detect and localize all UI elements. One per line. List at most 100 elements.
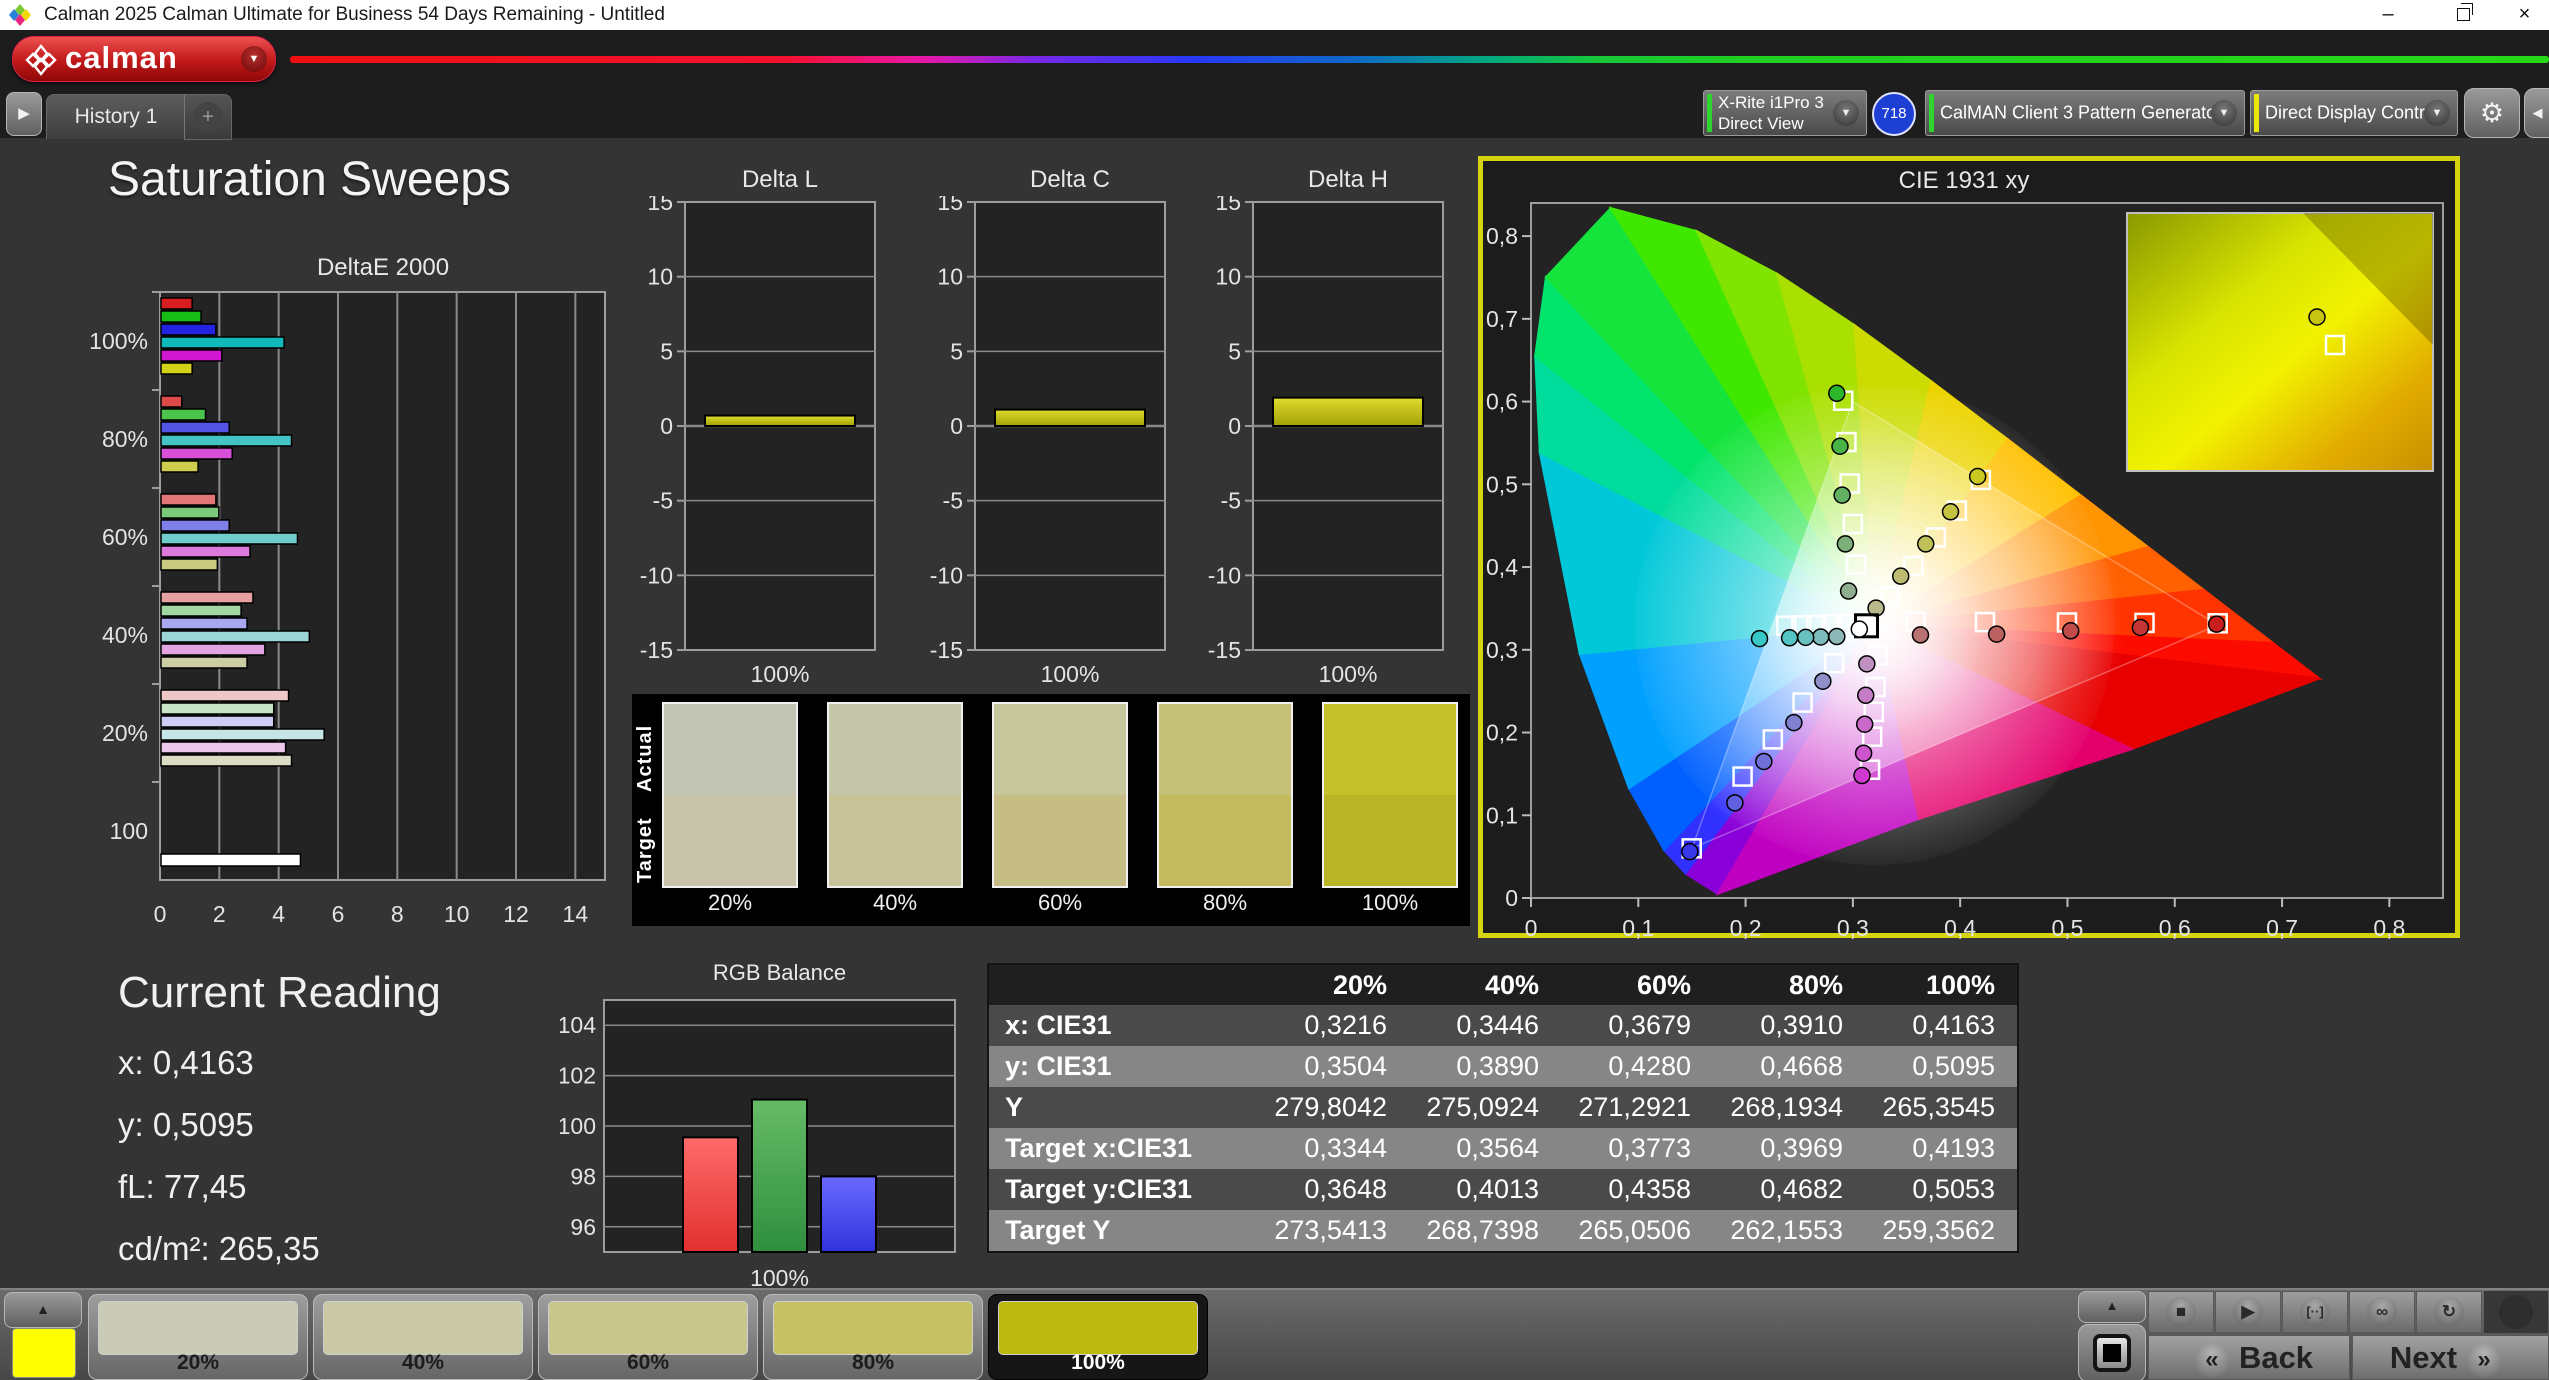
chevron-down-icon[interactable]: ▼ (2424, 100, 2450, 126)
pattern-generator-dropdown[interactable]: CalMAN Client 3 Pattern Generator ▼ (1925, 90, 2245, 136)
display-control-dropdown[interactable]: Direct Display Control ▼ (2250, 90, 2458, 136)
table-cell: 0,4280 (1608, 1051, 1691, 1081)
column-header: 80% (1788, 969, 1843, 1000)
transport-up-button[interactable]: ▲ (2078, 1291, 2146, 1323)
pattern-swatch (323, 1301, 523, 1355)
pattern-label: 20% (176, 1351, 220, 1374)
swatch-label: 20% (707, 890, 753, 915)
svg-text:80%: 80% (102, 426, 148, 452)
svg-text:-10: -10 (640, 562, 673, 588)
table-cell: 0,3773 (1608, 1133, 1691, 1163)
loop-button[interactable]: ↻ (2416, 1291, 2482, 1333)
back-button[interactable]: «Back (2148, 1335, 2350, 1380)
chevron-down-icon[interactable]: ▼ (241, 46, 267, 72)
measured-point-yellow (1916, 535, 1935, 553)
tab-history-1[interactable]: History 1 (46, 94, 186, 139)
settings-gear-button[interactable]: ⚙ (2464, 88, 2520, 138)
table-cell: 0,3564 (1456, 1133, 1539, 1163)
add-tab-button[interactable]: + (184, 94, 232, 140)
svg-text:0,1: 0,1 (1622, 915, 1654, 939)
restore-button[interactable] (2436, 0, 2492, 30)
pattern-label: 60% (626, 1351, 670, 1374)
rgb-balance-title: RGB Balance (712, 960, 847, 985)
svg-text:0,6: 0,6 (2159, 915, 2191, 939)
deltae-chart-title: DeltaE 2000 (316, 254, 450, 281)
table-cell: 0,5095 (1912, 1051, 1995, 1081)
rgb-bar-red (682, 1136, 739, 1253)
svg-text:15: 15 (937, 196, 963, 215)
measured-point-green (1836, 535, 1855, 553)
swatch-target (994, 795, 1126, 886)
workflow-nav-button[interactable]: ▶ (6, 92, 42, 136)
pattern-button-20%[interactable]: 20% (88, 1294, 308, 1380)
pattern-label: 40% (401, 1351, 445, 1374)
svg-text:98: 98 (570, 1163, 596, 1189)
svg-text:0,3: 0,3 (1486, 637, 1518, 663)
meter-dropdown[interactable]: X-Rite i1Pro 3 Direct View ▼ (1703, 90, 1867, 136)
table-row: Target Y 273,5413 268,7398 265,0506 262,1553… (989, 1210, 2017, 1251)
play-button[interactable]: ▶ (2215, 1291, 2281, 1333)
measured-point-cyan (1750, 629, 1769, 648)
swatch-80% (1157, 702, 1293, 888)
measured-point-yellow (1968, 467, 1987, 486)
row-label: Y (1005, 1092, 1024, 1122)
svg-text:104: 104 (560, 1012, 596, 1038)
table-row: y: CIE31 0,3504 0,3890 0,4280 0,4668 0,5095 (989, 1046, 2017, 1087)
delta-h-title: Delta H (1307, 166, 1389, 193)
svg-text:5: 5 (1228, 338, 1241, 364)
svg-text:8: 8 (391, 901, 404, 927)
delta-h-chart: 15 10 5 0 -5 -10 -15 100% (1208, 196, 1444, 687)
measured-point-green (1833, 486, 1851, 504)
svg-text:-15: -15 (640, 637, 673, 663)
display-control-status-edge (2254, 94, 2259, 132)
table-cell: 262,1553 (1730, 1215, 1843, 1245)
row-label: x: CIE31 (1005, 1010, 1112, 1040)
pattern-button-100%[interactable]: 100% (988, 1294, 1208, 1380)
table-cell: 271,2921 (1578, 1092, 1691, 1122)
pattern-button-60%[interactable]: 60% (538, 1294, 758, 1380)
loop-icon: ↻ (2434, 1297, 2464, 1327)
step-button[interactable]: [··] (2282, 1291, 2348, 1333)
svg-text:-10: -10 (1208, 562, 1241, 588)
plus-icon: + (193, 102, 223, 132)
chevron-down-icon[interactable]: ▼ (1833, 100, 1859, 126)
cie-chart-title: CIE 1931 xy (1898, 167, 2030, 194)
table-cell: 273,5413 (1274, 1215, 1387, 1245)
swatch-label: 40% (872, 890, 918, 915)
swatch-label: 60% (1037, 890, 1083, 915)
collapse-panel-button[interactable]: ◀ (2524, 88, 2549, 138)
table-cell: 0,5053 (1912, 1174, 1995, 1204)
chevron-down-icon[interactable]: ▼ (2211, 100, 2237, 126)
pattern-button-80%[interactable]: 80% (763, 1294, 983, 1380)
svg-text:0: 0 (1505, 885, 1518, 911)
column-header: 20% (1332, 969, 1387, 1000)
delta-l-title: Delta L (741, 166, 819, 193)
meter-count-badge[interactable]: 718 (1872, 92, 1916, 136)
svg-text:6: 6 (332, 901, 345, 927)
swatch-label: 100% (1361, 890, 1419, 915)
table-cell: 0,3504 (1304, 1051, 1387, 1081)
stop-button[interactable]: ■ (2148, 1291, 2214, 1333)
minimize-button[interactable]: – (2360, 0, 2416, 30)
measured-point-yellow (1891, 567, 1910, 585)
table-cell: 0,3969 (1760, 1133, 1843, 1163)
calman-app: Calman 2025 Calman Ultimate for Business… (0, 0, 2549, 1380)
svg-text:0,6: 0,6 (1486, 389, 1518, 415)
close-button[interactable]: × (2500, 0, 2549, 30)
cie-1931-panel: CIE 1931 xy 0 0,1 0,2 0,3 0,4 0,5 0,6 0,7 0,8 0 0,… (1478, 156, 2460, 939)
table-cell: 0,3648 (1304, 1174, 1387, 1204)
svg-text:0,3: 0,3 (1837, 915, 1869, 939)
calman-brand-label: calman (65, 40, 178, 75)
measured-point-magenta (1857, 686, 1875, 705)
svg-text:15: 15 (647, 196, 673, 215)
pattern-button-40%[interactable]: 40% (313, 1294, 533, 1380)
continuous-button[interactable]: ∞ (2349, 1291, 2415, 1333)
delta-l-chart: 15 10 5 0 -5 -10 -15 100% (640, 196, 876, 687)
pattern-window-button[interactable] (2078, 1324, 2146, 1380)
svg-text:60%: 60% (102, 524, 148, 550)
next-button[interactable]: Next» (2352, 1335, 2549, 1380)
pattern-panel-up-button[interactable]: ▲ (4, 1292, 82, 1328)
calman-menu-button[interactable]: calman ▼ (12, 36, 276, 82)
swatch-actual (1324, 704, 1456, 795)
swatch-actual (664, 704, 796, 795)
